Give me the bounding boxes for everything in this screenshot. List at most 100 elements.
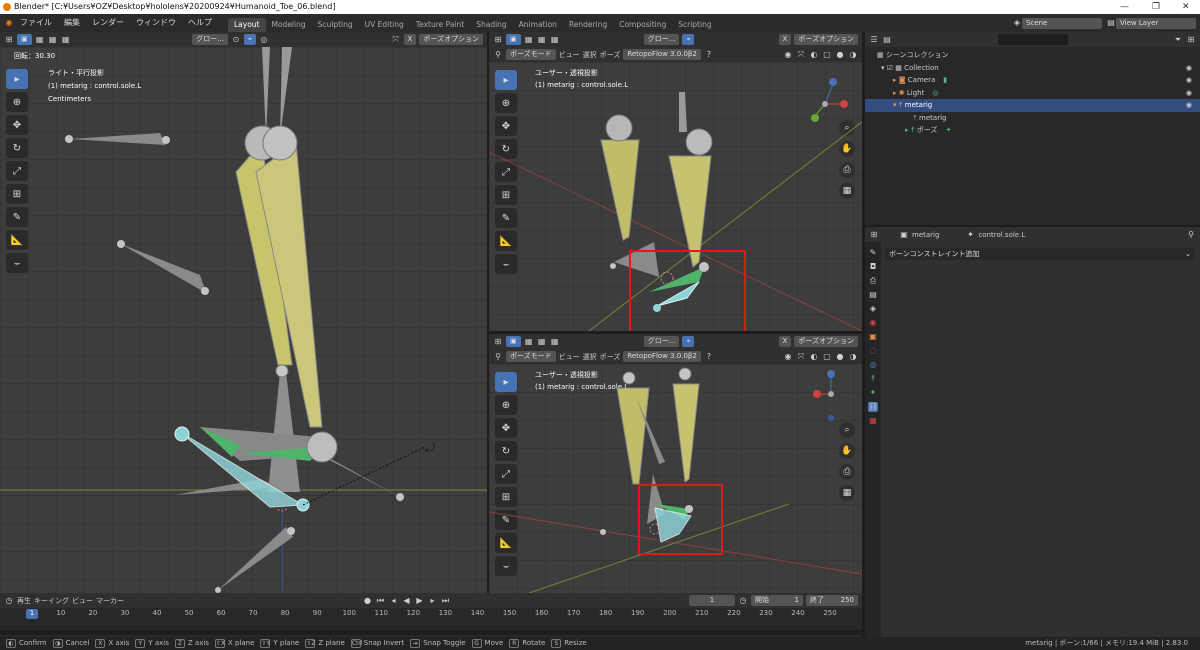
snap-toggle[interactable]: ⌖ [682,336,695,347]
pin-icon[interactable]: ⚲ [1186,230,1196,240]
tab-uv-editing[interactable]: UV Editing [359,18,410,32]
outliner-row-camera[interactable]: ▸ ◙ Camera ▮ ◉ [865,74,1200,87]
outliner-row-pose[interactable]: ▸ ☨ ポーズ ✦ [865,124,1200,137]
pivot-icon[interactable]: ⊙ [231,35,241,45]
xray-icon[interactable]: ▢ [822,50,832,60]
editor-type-icon[interactable]: ⊞ [493,35,503,45]
select-mode-button[interactable]: ▣ [506,336,521,347]
tool-tab-icon[interactable]: ✎ [868,248,878,258]
transform-orientation-dropdown[interactable]: グロー... [192,34,228,45]
output-tab-icon[interactable]: ⎙ [868,276,878,286]
physics-tab-icon[interactable]: ◎ [868,360,878,370]
mode-dropdown[interactable]: ポーズモード [506,49,556,60]
outliner-row-light[interactable]: ▸ ✺ Light ◎ ◉ [865,87,1200,100]
gizmo-icon[interactable]: ⤧ [796,50,806,60]
texture-tab-icon[interactable]: ▦ [868,416,878,426]
view-layer-selector[interactable]: View Layer [1116,17,1196,29]
visibility-eye-icon[interactable]: ◉ [1186,87,1192,100]
close-button[interactable]: ✕ [1182,0,1190,14]
snap-toggle[interactable]: ⌖ [682,34,695,45]
armature-tab-icon[interactable]: ☨ [868,374,878,384]
select-mode-button[interactable]: ▣ [506,34,521,45]
outliner-row-metarig[interactable]: ▾ ☨ metarig ◉ [865,99,1200,112]
select-subtract-icon[interactable]: ▦ [550,337,560,347]
visibility-eye-icon[interactable]: ◉ [1186,74,1192,87]
select-subtract-icon[interactable]: ▦ [61,35,71,45]
overlay-icon[interactable]: ◐ [809,50,819,60]
filter-icon[interactable]: ⏷ [1173,35,1183,45]
snap-toggle[interactable]: ⌖ [243,34,256,45]
help-icon[interactable]: ? [704,352,714,362]
navigation-gizmo[interactable] [811,78,848,122]
overlay-icon[interactable]: ◐ [809,352,819,362]
blender-menu-icon[interactable]: ◉ [4,18,14,28]
menu-window[interactable]: ウィンドウ [130,14,182,32]
select-extend-icon[interactable]: ▦ [48,35,58,45]
world-tab-icon[interactable]: ◉ [868,318,878,328]
editor-type-icon[interactable]: ⊞ [493,337,503,347]
timeline-scrollbar[interactable] [0,630,862,635]
pose-mode-icon[interactable]: ⚲ [493,352,503,362]
tab-sculpting[interactable]: Sculpting [312,18,359,32]
shading-material-icon[interactable]: ◑ [848,50,858,60]
tab-layout[interactable]: Layout [228,18,266,32]
view-layer-icon[interactable]: ▤ [1106,18,1116,28]
left-viewport[interactable]: 回転：30.30 ライト・平行投影 (1) metarig : control.… [0,47,487,593]
outliner-row-scene-collection[interactable]: ▦ シーンコレクション [865,49,1200,62]
outliner-row-metarig-data[interactable]: ☨ metarig [865,112,1200,125]
select-box-icon[interactable]: ▦ [35,35,45,45]
view-layer-tab-icon[interactable]: ▤ [868,290,878,300]
help-icon[interactable]: ? [704,50,714,60]
mirror-x-button[interactable]: X [403,34,417,45]
outliner-row-collection[interactable]: ▾ ☑ ▦ Collection ◉ [865,62,1200,75]
object-tab-icon[interactable]: ▣ [868,332,878,342]
menu-select[interactable]: 選択 [583,352,597,362]
menu-edit[interactable]: 編集 [58,14,86,32]
bottom-right-viewport[interactable]: ユーザー・透視投影 (1) metarig : control.sole.L ▸… [489,364,862,593]
shading-solid-icon[interactable]: ● [835,50,845,60]
scene-selector[interactable]: Scene [1022,17,1102,29]
select-subtract-icon[interactable]: ▦ [550,35,560,45]
tab-texture-paint[interactable]: Texture Paint [410,18,470,32]
visibility-eye-icon[interactable]: ◉ [1186,62,1192,75]
mode-dropdown[interactable]: ポーズモード [506,351,556,362]
add-bone-constraint-dropdown[interactable]: ボーンコンストレイント追加 ⌄ [885,248,1195,260]
select-extend-icon[interactable]: ▦ [537,337,547,347]
tab-animation[interactable]: Animation [513,18,563,32]
menu-file[interactable]: ファイル [14,14,58,32]
menu-render[interactable]: レンダー [86,14,130,32]
gizmo-icon[interactable]: ⤧ [391,35,401,45]
menu-pose[interactable]: ポーズ [600,50,621,60]
tab-modeling[interactable]: Modeling [266,18,312,32]
mirror-x-button[interactable]: X [778,34,792,45]
visibility-eye-icon[interactable]: ◉ [1186,99,1192,112]
display-mode-icon[interactable]: ▤ [882,35,892,45]
visibility-icon[interactable]: ◉ [783,352,793,362]
expand-toggle-icon[interactable]: ▾ ☑ ▦ [881,64,904,72]
pose-options-dropdown[interactable]: ポーズオプション [794,34,858,45]
select-mode-button[interactable]: ▣ [17,34,32,45]
menu-view[interactable]: ビュー [559,50,580,60]
tab-shading[interactable]: Shading [470,18,512,32]
scene-icon[interactable]: ◈ [1012,18,1022,28]
bone-constraint-tab-icon[interactable]: ⛓ [868,402,878,412]
scene-tab-icon[interactable]: ◈ [868,304,878,314]
new-collection-icon[interactable]: ⊞ [1186,35,1196,45]
mirror-x-button[interactable]: X [778,336,792,347]
proportional-icon[interactable]: ◎ [259,35,269,45]
menu-help[interactable]: ヘルプ [182,14,218,32]
tab-scripting[interactable]: Scripting [672,18,717,32]
modifier-tab-icon[interactable]: ◌ [868,346,878,356]
editor-type-icon[interactable]: ⊞ [869,230,879,240]
pose-mode-icon[interactable]: ⚲ [493,50,503,60]
shading-solid-icon[interactable]: ● [835,352,845,362]
retopoflow-button[interactable]: RetopoFlow 3.0.0β2 [623,49,701,60]
editor-type-icon[interactable]: ⊞ [4,35,14,45]
editor-type-icon[interactable]: ☰ [869,35,879,45]
xray-icon[interactable]: ▢ [822,352,832,362]
pose-options-dropdown[interactable]: ポーズオプション [794,336,858,347]
visibility-icon[interactable]: ◉ [783,50,793,60]
menu-select[interactable]: 選択 [583,50,597,60]
gizmo-icon[interactable]: ⤧ [796,352,806,362]
shading-material-icon[interactable]: ◑ [848,352,858,362]
